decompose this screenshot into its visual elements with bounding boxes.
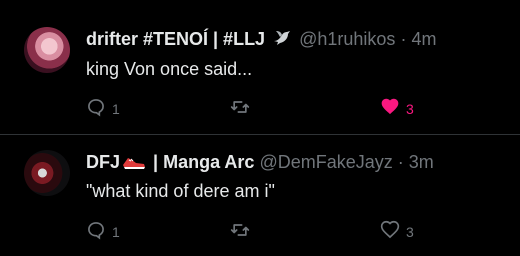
retweet-icon [230,97,250,120]
reply-button[interactable]: 1 [86,97,120,120]
retweet-icon [230,220,250,243]
reply-icon [86,220,106,243]
avatar[interactable] [24,150,70,196]
timestamp[interactable]: 3m [409,152,434,172]
dove-icon [272,29,292,52]
avatar[interactable] [24,27,70,73]
tweet-1[interactable]: drifter #TENOÍ | #LLJ @h1ruhikos · 4m ki… [0,0,520,134]
tweet-header: DFJ | Manga Arc @DemFakeJayz · 3m [86,151,434,175]
reply-count: 1 [112,100,120,117]
heart-filled-icon [380,97,400,120]
like-button[interactable]: 3 [380,220,414,243]
tweet-header: drifter #TENOÍ | #LLJ @h1ruhikos · 4m [86,28,436,52]
like-count: 3 [406,223,414,240]
separator: · [397,152,404,172]
display-name[interactable]: drifter #TENOÍ | #LLJ [86,29,265,49]
sneaker-icon [122,153,146,175]
tweet-text: king Von once said... [86,59,253,79]
tweet-text: "what kind of dere am i" [86,181,275,201]
user-handle[interactable]: @h1ruhikos [299,29,395,49]
retweet-button[interactable] [230,97,256,120]
heart-outline-icon [380,220,400,243]
user-handle[interactable]: @DemFakeJayz [259,152,392,172]
retweet-button[interactable] [230,220,256,243]
reply-button[interactable]: 1 [86,220,120,243]
like-count: 3 [406,100,414,117]
display-name-suffix[interactable]: | Manga Arc [153,152,254,172]
reply-icon [86,97,106,120]
display-name-prefix[interactable]: DFJ [86,152,120,172]
like-button[interactable]: 3 [380,97,414,120]
timestamp[interactable]: 4m [411,29,436,49]
separator: · [400,29,407,49]
tweet-2[interactable]: DFJ | Manga Arc @DemFakeJayz · 3m "what … [0,134,520,256]
reply-count: 1 [112,223,120,240]
